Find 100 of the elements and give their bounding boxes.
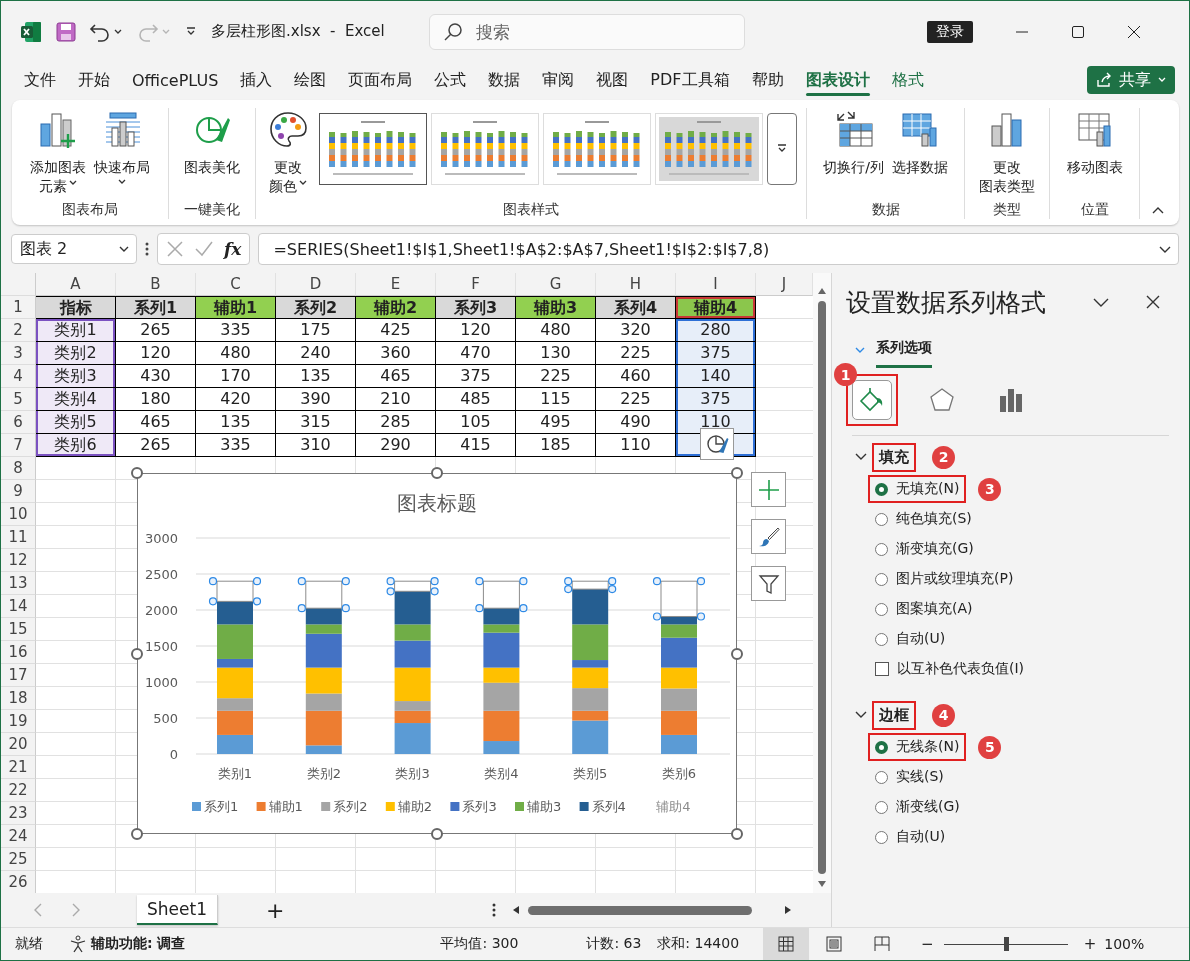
column-header[interactable]: G [516, 273, 596, 296]
ribbon-button[interactable]: 添加图表 元素 [27, 110, 89, 196]
chart-style-option[interactable] [319, 113, 427, 185]
menu-tab[interactable]: 公式 [423, 64, 478, 96]
legend-item[interactable]: 辅助3 [515, 799, 562, 814]
sheet-tab[interactable]: Sheet1 [137, 895, 218, 925]
column-header[interactable]: J [756, 273, 813, 296]
scroll-up-icon[interactable] [817, 287, 827, 295]
bar[interactable] [483, 632, 520, 668]
column-header[interactable]: B [116, 273, 196, 296]
share-button[interactable]: 共享 [1087, 66, 1175, 94]
add-sheet-button[interactable]: + [265, 897, 285, 923]
row-header[interactable]: 7 [1, 434, 36, 457]
selection-handles[interactable] [652, 577, 706, 621]
selection-handles[interactable] [297, 577, 350, 613]
row-header[interactable]: 14 [1, 595, 36, 618]
maximize-icon[interactable] [1071, 24, 1085, 39]
section-title[interactable]: 填充 [872, 442, 916, 472]
chart-filters-button[interactable] [751, 566, 786, 601]
radio-button[interactable]: 图案填充(A) [868, 595, 980, 623]
column-header[interactable]: C [196, 273, 276, 296]
menu-tab[interactable]: 插入 [229, 64, 284, 96]
chevron-icon[interactable] [1092, 296, 1110, 308]
scroll-left-icon[interactable] [512, 905, 521, 915]
checkbox[interactable]: 以互补色代表负值(I) [868, 655, 1032, 683]
row-header[interactable]: 9 [1, 480, 36, 503]
bar[interactable] [572, 589, 609, 625]
selection-handles[interactable] [564, 577, 617, 594]
ribbon-button[interactable]: 快速布局 [91, 110, 153, 187]
row-header[interactable]: 6 [1, 411, 36, 434]
check-icon[interactable] [194, 240, 214, 258]
chevron-icon[interactable] [854, 452, 868, 462]
menu-tab[interactable]: 帮助 [740, 64, 795, 96]
sign-in-button[interactable]: 登录 [927, 20, 973, 43]
scroll-down-icon[interactable] [817, 880, 827, 888]
row-header[interactable]: 5 [1, 388, 36, 411]
search-field[interactable]: 搜索 [429, 13, 745, 50]
selection-handles[interactable] [475, 577, 528, 613]
menu-tab[interactable]: 审阅 [531, 64, 586, 96]
legend-item[interactable]: 系列2 [321, 799, 368, 814]
menu-tab[interactable]: PDF工具箱 [639, 64, 741, 96]
column-header[interactable]: D [276, 273, 356, 296]
bar[interactable] [572, 667, 609, 689]
row-header[interactable]: 1 [1, 296, 36, 319]
bar[interactable] [571, 580, 609, 590]
name-box[interactable]: 图表 2 [11, 234, 137, 264]
chart-area[interactable]: 图表标题 0 500 1000 1500 2000 2500 3000 类别1 类别2 类别3 类别4 类别5 类别6 系列1 辅助1 系列2 辅助2 系列3 辅助3 系列4 辅助4 [137, 473, 737, 834]
radio-button[interactable]: 自动(U) [868, 625, 953, 653]
bar[interactable] [394, 580, 432, 592]
radio-button[interactable]: 渐变线(G) [868, 793, 967, 821]
column-header[interactable]: I [676, 273, 756, 296]
row-header[interactable]: 25 [1, 848, 36, 871]
row-header[interactable]: 15 [1, 618, 36, 641]
format-tab[interactable] [852, 380, 892, 420]
more-icon[interactable] [145, 242, 149, 256]
menu-tab[interactable]: 绘图 [283, 64, 338, 96]
row-header[interactable]: 21 [1, 756, 36, 779]
collapse-ribbon-icon[interactable] [1151, 205, 1165, 215]
row-header[interactable]: 16 [1, 641, 36, 664]
menu-tab[interactable]: 文件 [13, 64, 67, 96]
bar[interactable] [305, 633, 342, 668]
scrollbar-thumb[interactable] [818, 301, 826, 874]
column-header[interactable]: H [596, 273, 676, 296]
scrollbar-thumb[interactable] [528, 905, 753, 915]
row-header[interactable]: 10 [1, 503, 36, 526]
ribbon-button[interactable]: 移动图表 [1063, 110, 1126, 177]
gallery-more-button[interactable] [767, 113, 797, 185]
legend-item[interactable]: 系列3 [450, 799, 497, 814]
ribbon-button[interactable]: 更改 颜色 [265, 110, 311, 196]
row-header[interactable]: 13 [1, 572, 36, 595]
bar[interactable] [305, 624, 342, 634]
radio-button[interactable]: 实线(S) [868, 763, 951, 791]
menu-tab[interactable]: 格式 [880, 64, 935, 96]
bar[interactable] [394, 591, 431, 625]
row-header[interactable]: 24 [1, 825, 36, 848]
ribbon-button[interactable]: 更改 图表类型 [976, 110, 1038, 196]
radio-button[interactable]: 图片或纹理填充(P) [868, 565, 1021, 593]
more-icon[interactable] [492, 903, 497, 917]
chart-title[interactable]: 图表标题 [397, 491, 477, 515]
column-header[interactable]: F [436, 273, 516, 296]
legend-item[interactable]: 辅助1 [256, 799, 303, 814]
row-header[interactable]: 12 [1, 549, 36, 572]
scroll-right-icon[interactable] [784, 905, 793, 915]
cancel-icon[interactable] [166, 240, 184, 258]
radio-button[interactable]: 纯色填充(S) [868, 505, 979, 533]
close-icon[interactable] [1127, 24, 1141, 39]
menu-tab[interactable]: 开始 [67, 64, 121, 96]
panel-tab[interactable]: 系列选项 [876, 332, 932, 368]
bar[interactable] [572, 688, 609, 711]
bar[interactable] [572, 710, 609, 721]
next-sheet-icon[interactable] [71, 903, 81, 917]
bar[interactable] [305, 710, 342, 746]
zoom-out-button[interactable]: − [921, 935, 934, 953]
ribbon-button[interactable]: 切换行/列 [820, 110, 887, 177]
row-header[interactable]: 19 [1, 710, 36, 733]
bar[interactable] [305, 745, 342, 754]
radio-button[interactable]: 无填充(N) [868, 475, 967, 503]
bar[interactable] [572, 624, 609, 661]
chevron-icon[interactable] [854, 710, 868, 720]
menu-tab[interactable]: OfficePLUS [121, 64, 230, 96]
